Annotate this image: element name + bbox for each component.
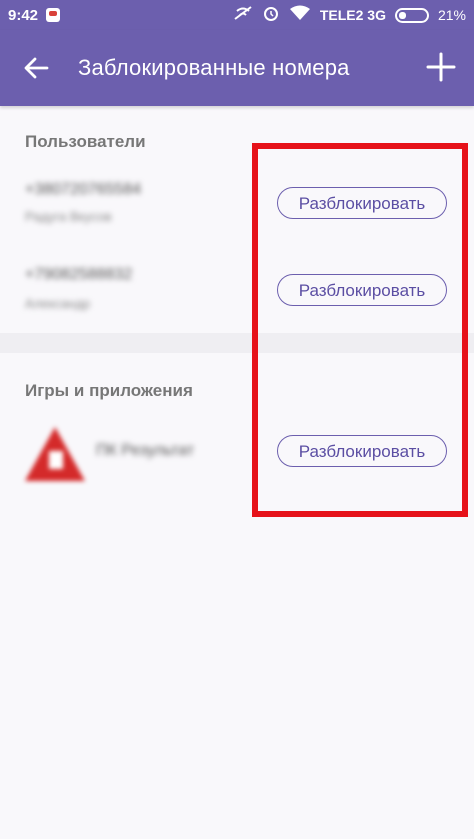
status-bar: 9:42 TELE2 3G 21%: [0, 0, 474, 30]
alarm-icon: [262, 4, 280, 26]
carrier-label: TELE2 3G: [319, 7, 386, 23]
highlight-box: [252, 143, 468, 517]
app-bar: Заблокированные номера: [0, 30, 474, 106]
plus-icon: [426, 52, 456, 82]
notification-icon: [46, 8, 61, 22]
back-button[interactable]: [18, 50, 54, 86]
status-icons: TELE2 3G 21%: [233, 4, 466, 26]
battery-icon: [394, 7, 429, 23]
wifi-icon: [289, 5, 311, 25]
add-button[interactable]: [422, 48, 460, 86]
blocked-contact-name: Радуга Вкусов: [25, 209, 112, 224]
arrow-left-icon: [24, 57, 49, 79]
blocked-number: +79082588832: [25, 266, 133, 283]
page-title: Заблокированные номера: [78, 55, 350, 80]
signal-off-icon: [233, 5, 253, 25]
blocked-number: +380720765584: [25, 181, 142, 198]
battery-percent: 21%: [437, 7, 466, 23]
section-header-apps: Игры и приложения: [25, 381, 193, 400]
section-header-users: Пользователи: [25, 132, 146, 151]
blocked-contact-name: Александр: [25, 296, 91, 311]
status-time: 9:42: [8, 6, 39, 24]
blocked-app-name: ПК Результат: [96, 442, 195, 459]
app-icon: [23, 425, 87, 483]
